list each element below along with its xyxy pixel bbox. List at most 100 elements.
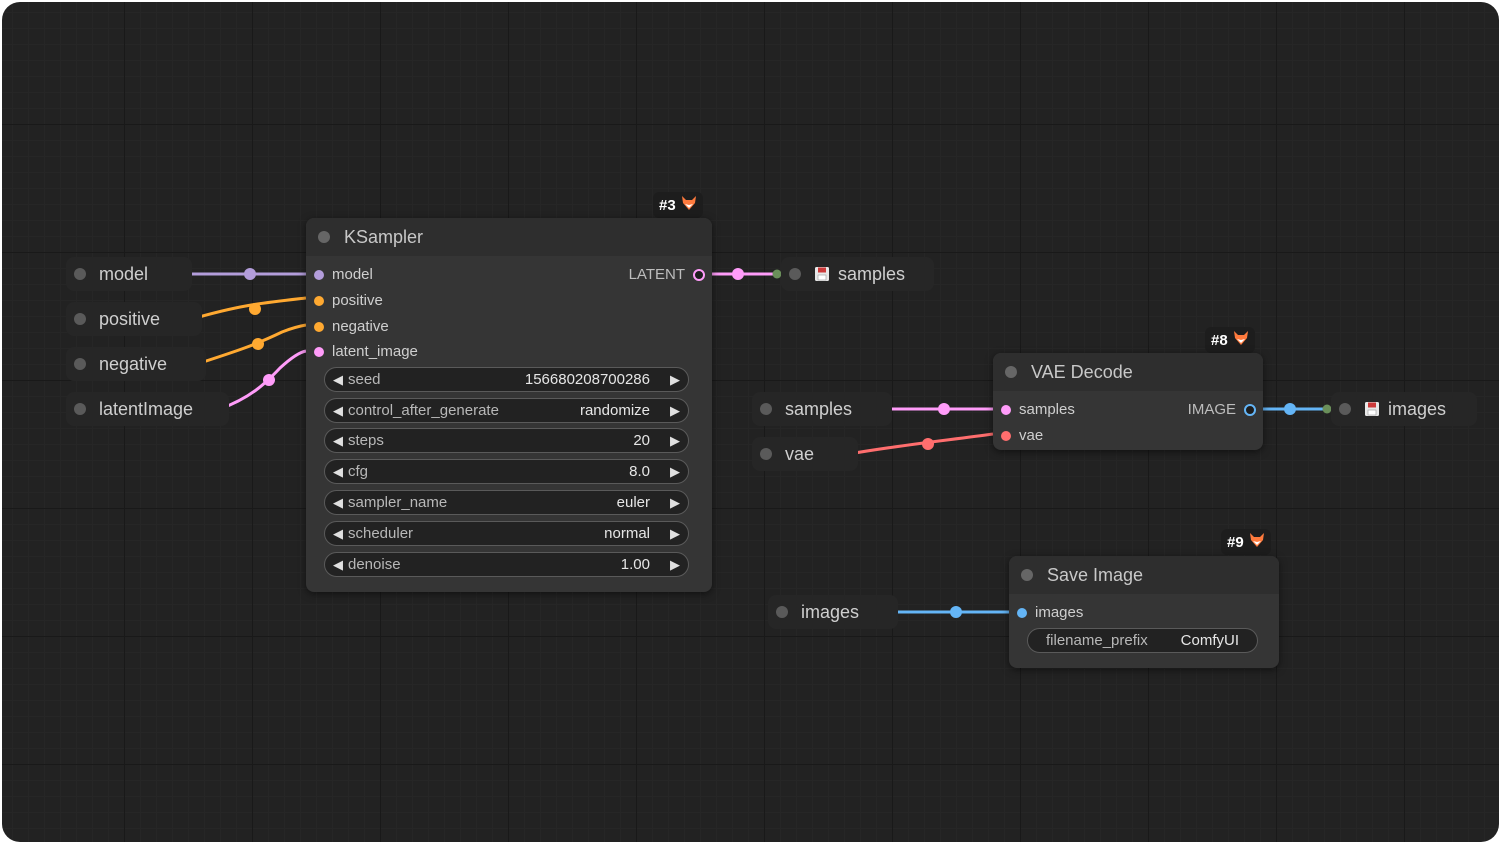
widget-seed-value: 156680208700286 [524,371,650,388]
ksampler-collapse-dot[interactable] [318,231,330,243]
widget-filename-prefix[interactable]: filename_prefix ComfyUI [1027,628,1258,653]
ksampler-input-latent-image-label: latent_image [332,343,418,360]
widget-sampler-name-value: euler [616,494,650,511]
vae-external-input-vae-dot [760,448,772,460]
widget-steps-name: steps [348,432,384,449]
save-image-input-images-dot [1017,607,1027,618]
widget-seed-name: seed [348,371,381,388]
save-image-title: Save Image [1047,564,1144,585]
widget-denoise-value: 1.00 [620,556,650,573]
widget-steps-value: 20 [633,432,650,449]
increment-arrow-icon[interactable]: ▶ [670,403,680,419]
increment-arrow-icon[interactable]: ▶ [670,526,680,542]
ksampler-input-latent-image[interactable]: latent_image [314,343,418,360]
widget-seed[interactable]: ◀ seed 156680208700286 ▶ [324,367,689,392]
input-negative[interactable]: negative [66,347,206,381]
ksampler-header[interactable]: KSampler [306,218,712,256]
increment-arrow-icon[interactable]: ▶ [670,557,680,573]
save-image-input-images[interactable]: images [1017,604,1083,621]
vae-decode-node[interactable]: VAE Decode samples vae IMAGE [993,353,1263,450]
input-positive-dot [74,313,86,325]
ksampler-input-negative-label: negative [332,318,389,335]
fox-icon [1233,330,1249,350]
increment-arrow-icon[interactable]: ▶ [670,372,680,388]
save-image-node[interactable]: Save Image images filename_prefix ComfyU… [1009,556,1279,668]
ksampler-input-positive-label: positive [332,292,383,309]
ksampler-input-negative-dot [314,321,324,332]
ksampler-input-latent-image-dot [314,346,324,357]
widget-sampler-name[interactable]: ◀ sampler_name euler ▶ [324,490,689,515]
widget-denoise[interactable]: ◀ denoise 1.00 ▶ [324,552,689,577]
vae-decode-badge: #8 [1205,327,1255,353]
vae-decode-input-vae-dot [1001,430,1011,441]
ksampler-input-negative[interactable]: negative [314,318,389,335]
input-latentimage[interactable]: latentImage [66,392,229,426]
widget-cfg-value: 8.0 [629,463,650,480]
ksampler-output-latent[interactable]: LATENT [629,266,705,283]
widget-cfg[interactable]: ◀ cfg 8.0 ▶ [324,459,689,484]
widget-control-after-generate[interactable]: ◀ control_after_generate randomize ▶ [324,398,689,423]
decrement-arrow-icon[interactable]: ◀ [333,433,343,449]
decrement-arrow-icon[interactable]: ◀ [333,526,343,542]
increment-arrow-icon[interactable]: ▶ [670,464,680,480]
widget-scheduler[interactable]: ◀ scheduler normal ▶ [324,521,689,546]
vae-external-input-samples[interactable]: samples [752,392,892,426]
output-images-dot [1339,403,1351,415]
decrement-arrow-icon[interactable]: ◀ [333,464,343,480]
save-image-collapse-dot[interactable] [1021,569,1033,581]
ksampler-title: KSampler [344,226,424,247]
decrement-arrow-icon[interactable]: ◀ [333,403,343,419]
widget-scheduler-value: normal [604,525,650,542]
ksampler-badge-id: #3 [659,196,676,214]
vae-external-input-vae[interactable]: vae [752,437,858,471]
save-image-input-images-label: images [1035,604,1084,621]
vae-decode-title: VAE Decode [1031,361,1133,382]
vae-decode-input-vae-label: vae [1019,427,1044,444]
vae-decode-output-image-label: IMAGE [1187,401,1236,418]
vae-decode-header[interactable]: VAE Decode [993,353,1263,391]
input-positive-label: positive [99,308,161,329]
widget-steps[interactable]: ◀ steps 20 ▶ [324,428,689,453]
save-image-badge: #9 [1221,529,1271,555]
increment-arrow-icon[interactable]: ▶ [670,495,680,511]
vae-decode-output-image[interactable]: IMAGE [1188,401,1256,418]
input-positive[interactable]: positive [66,302,202,336]
vae-decode-input-samples-label: samples [1019,401,1075,418]
widget-denoise-name: denoise [348,556,401,573]
widget-cfg-name: cfg [348,463,369,480]
save-icon [1364,401,1380,417]
ksampler-input-model-dot [314,269,324,280]
widget-filename-prefix-name: filename_prefix [1046,632,1148,649]
ksampler-input-positive-dot [314,295,324,306]
vae-decode-input-vae[interactable]: vae [1001,427,1043,444]
output-images[interactable]: images [1331,392,1477,426]
decrement-arrow-icon[interactable]: ◀ [333,372,343,388]
vae-decode-input-samples[interactable]: samples [1001,401,1075,418]
save-icon [814,266,830,282]
widget-control-after-generate-name: control_after_generate [348,402,499,419]
output-images-label: images [1388,398,1447,419]
ksampler-output-latent-dot [693,268,705,281]
ksampler-node[interactable]: KSampler model positive negative latent_… [306,218,712,592]
save-image-header[interactable]: Save Image [1009,556,1279,594]
input-model-label: model [99,263,149,284]
fox-icon [681,195,697,215]
ksampler-input-model[interactable]: model [314,266,373,283]
input-model[interactable]: model [66,257,192,291]
vae-decode-collapse-dot[interactable] [1005,366,1017,378]
ksampler-badge: #3 [653,192,703,218]
vae-external-input-samples-label: samples [785,398,853,419]
save-external-input-images[interactable]: images [768,595,898,629]
increment-arrow-icon[interactable]: ▶ [670,433,680,449]
input-latentimage-label: latentImage [99,398,194,419]
input-latentimage-dot [74,403,86,415]
ksampler-output-latent-label: LATENT [628,266,685,283]
decrement-arrow-icon[interactable]: ◀ [333,557,343,573]
decrement-arrow-icon[interactable]: ◀ [333,495,343,511]
save-image-badge-id: #9 [1227,533,1244,551]
input-negative-dot [74,358,86,370]
ksampler-input-positive[interactable]: positive [314,292,383,309]
widget-sampler-name-name: sampler_name [348,494,448,511]
save-external-input-images-dot [776,606,788,618]
output-samples[interactable]: samples [781,257,934,291]
